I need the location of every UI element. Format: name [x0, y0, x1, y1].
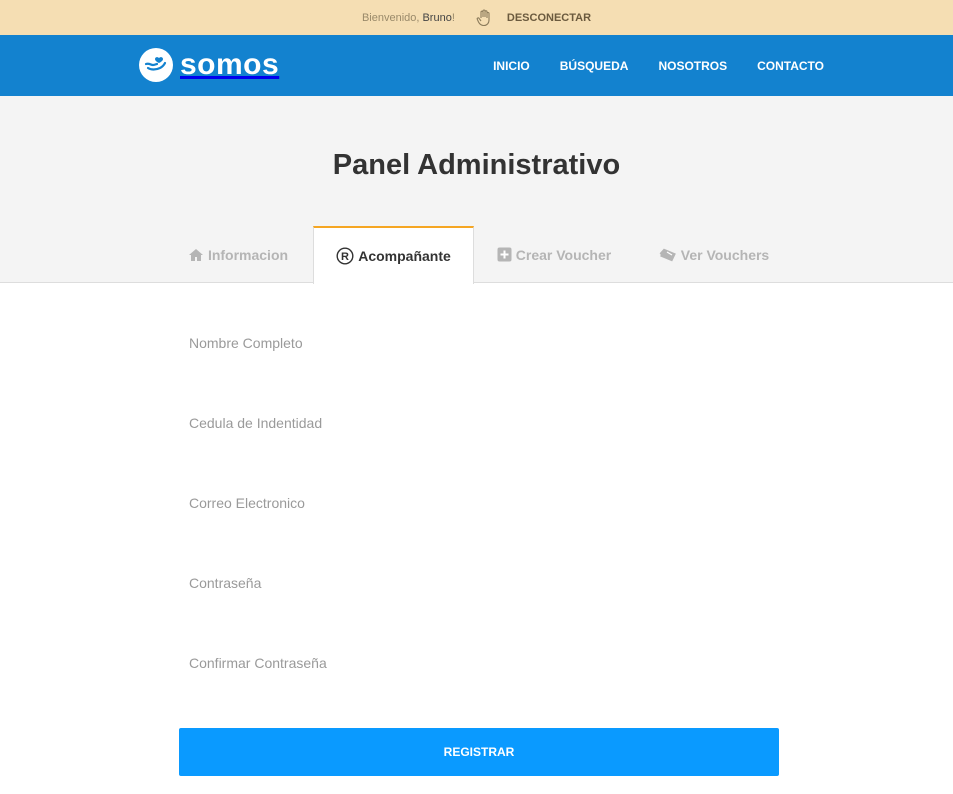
svg-text:R: R: [341, 251, 349, 263]
brand-name: somos: [180, 48, 280, 81]
hand-icon: [475, 8, 493, 27]
password-input[interactable]: [189, 568, 778, 598]
nombre-completo-input[interactable]: [189, 328, 778, 358]
cedula-input[interactable]: [189, 408, 778, 438]
tab-acompanante[interactable]: R Acompañante: [313, 226, 474, 284]
nav-item-nosotros[interactable]: NOSOTROS: [658, 59, 727, 73]
tab-label: Crear Voucher: [515, 246, 612, 263]
registered-icon: R: [336, 247, 354, 265]
logout-link[interactable]: DESCONECTAR: [507, 12, 591, 24]
home-icon: [188, 248, 204, 262]
nav-item-inicio[interactable]: INICIO: [493, 59, 530, 73]
welcome-bar: Bienvenido, Bruno ! DESCONECTAR: [0, 0, 953, 35]
main-navbar: somos INICIO BÚSQUEDA NOSOTROS CONTACTO: [0, 35, 953, 96]
nav-item-contacto[interactable]: CONTACTO: [757, 59, 824, 73]
plus-square-icon: [497, 247, 512, 262]
page-title: Panel Administrativo: [332, 149, 621, 181]
page-header: Panel Administrativo Informacion R Acomp…: [0, 96, 953, 284]
user-name: Bruno: [422, 11, 452, 24]
admin-tabs: Informacion R Acompañante Crear Voucher …: [0, 226, 953, 284]
tab-label: Informacion: [207, 246, 289, 263]
nav-menu: INICIO BÚSQUEDA NOSOTROS CONTACTO: [493, 35, 824, 96]
tab-ver-vouchers[interactable]: Ver Vouchers: [648, 226, 780, 283]
confirm-password-input[interactable]: [189, 648, 778, 678]
nav-item-busqueda[interactable]: BÚSQUEDA: [560, 59, 629, 73]
registrar-button[interactable]: REGISTRAR: [179, 728, 779, 776]
tab-crear-voucher[interactable]: Crear Voucher: [486, 226, 622, 283]
tab-label: Ver Vouchers: [680, 246, 770, 263]
tab-label: Acompañante: [358, 248, 451, 264]
brand-logo[interactable]: somos: [139, 47, 279, 83]
welcome-suffix: !: [451, 11, 455, 24]
email-input[interactable]: [189, 488, 778, 518]
tab-informacion[interactable]: Informacion: [175, 226, 301, 283]
welcome-text: Bienvenido,: [361, 11, 420, 24]
hands-heart-icon: [139, 48, 173, 82]
ticket-icon: [659, 247, 677, 263]
